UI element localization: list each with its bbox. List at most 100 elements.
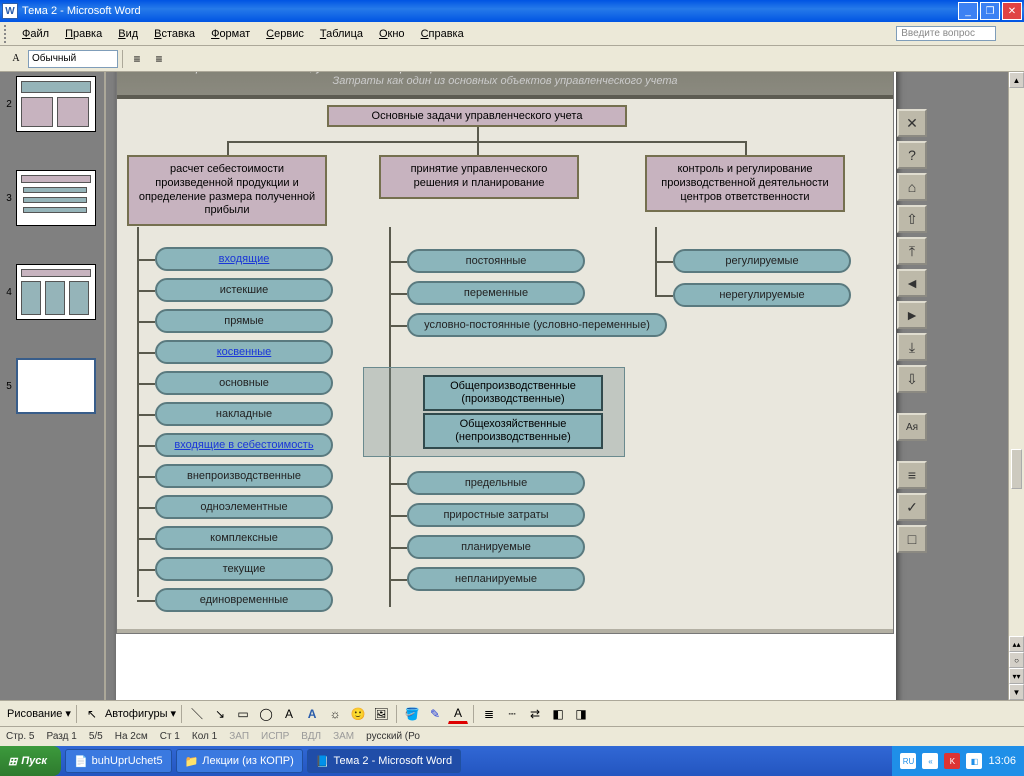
col1-item-0[interactable]: входящие	[155, 247, 333, 271]
textbox-icon[interactable]: A	[279, 704, 299, 724]
close-button[interactable]: ✕	[1002, 2, 1022, 20]
status-page: Стр. 5	[6, 731, 34, 742]
title-bar: W Тема 2 - Microsoft Word _ ❐ ✕	[0, 0, 1024, 22]
autoshapes-menu[interactable]: Автофигуры	[105, 708, 168, 720]
scroll-down-icon[interactable]: ▼	[1009, 684, 1024, 700]
clock[interactable]: 13:06	[988, 755, 1016, 767]
next-icon[interactable]: ►	[897, 301, 927, 329]
dash-style-icon[interactable]: ┄	[502, 704, 522, 724]
up-icon[interactable]: ⇧	[897, 205, 927, 233]
taskbar-item-3[interactable]: 📘 Тема 2 - Microsoft Word	[307, 749, 461, 773]
scroll-thumb[interactable]	[1011, 449, 1022, 489]
thumbnail-page-4[interactable]	[16, 264, 96, 320]
col3-item-1: нерегулируемые	[673, 283, 851, 307]
language-indicator[interactable]: RU	[900, 753, 916, 769]
thumbnail-page-3[interactable]	[16, 170, 96, 226]
taskbar-item-1[interactable]: 📄 buhUprUchet5	[65, 749, 172, 773]
status-ovr: ЗАМ	[333, 731, 354, 742]
col2-top-item-0: постоянные	[407, 249, 585, 273]
document-area: 2 3 4 5	[0, 72, 1024, 700]
start-button[interactable]: ⊞ Пуск	[0, 746, 61, 776]
tray-icon-2[interactable]: ◧	[966, 753, 982, 769]
align-center-icon[interactable]: ≡	[149, 49, 169, 69]
col1-item-3[interactable]: косвенные	[155, 340, 333, 364]
embedded-presentation: Бухгалтерский (управленческий) учет Тема…	[116, 72, 894, 634]
status-trk: ИСПР	[261, 731, 289, 742]
menu-service[interactable]: Сервис	[258, 26, 312, 42]
oval-icon[interactable]: ◯	[256, 704, 276, 724]
down-icon[interactable]: ⇩	[897, 365, 927, 393]
picture-icon[interactable]: 🖼	[371, 704, 391, 724]
check-icon[interactable]: ✓	[897, 493, 927, 521]
font-color-icon[interactable]: A	[448, 704, 468, 724]
menu-format[interactable]: Формат	[203, 26, 258, 42]
status-line: Ст 1	[160, 731, 180, 742]
col1-item-4: основные	[155, 371, 333, 395]
drawing-toolbar: Рисование ▾ ↖ Автофигуры ▾ ＼ ↘ ▭ ◯ A A ☼…	[0, 700, 1024, 726]
col1-item-7: внепроизводственные	[155, 464, 333, 488]
clipart-icon[interactable]: 🙂	[348, 704, 368, 724]
ask-question-box[interactable]: Введите вопрос	[896, 26, 996, 41]
col1-item-8: одноэлементные	[155, 495, 333, 519]
col1-item-10: текущие	[155, 557, 333, 581]
antivirus-icon[interactable]: K	[944, 753, 960, 769]
col1-item-11: единовременные	[155, 588, 333, 612]
tray-icon[interactable]: «	[922, 753, 938, 769]
arrow-icon[interactable]: ↘	[210, 704, 230, 724]
drawing-menu[interactable]: Рисование	[7, 708, 62, 720]
col2-bottom-item-0: предельные	[407, 471, 585, 495]
browse-object-icon[interactable]: ○	[1009, 652, 1024, 668]
close-icon[interactable]: ✕	[897, 109, 927, 137]
col1-item-5: накладные	[155, 402, 333, 426]
scroll-up-icon[interactable]: ▲	[1009, 72, 1024, 88]
formatting-toolbar: A Обычный ≡ ≡	[0, 46, 1024, 72]
fill-color-icon[interactable]: 🪣	[402, 704, 422, 724]
document-surface[interactable]: Бухгалтерский (управленческий) учет Тема…	[106, 72, 1024, 700]
last-icon[interactable]: ⤓	[897, 333, 927, 361]
minimize-button[interactable]: _	[958, 2, 978, 20]
menu-help[interactable]: Справка	[413, 26, 472, 42]
list-icon[interactable]: ≡	[897, 461, 927, 489]
diagram-icon[interactable]: ☼	[325, 704, 345, 724]
menu-edit[interactable]: Правка	[57, 26, 110, 42]
menu-insert[interactable]: Вставка	[146, 26, 203, 42]
top-icon[interactable]: ⤒	[897, 237, 927, 265]
menu-window[interactable]: Окно	[371, 26, 413, 42]
toolbar-grip[interactable]	[4, 25, 10, 43]
prev-icon[interactable]: ◄	[897, 269, 927, 297]
arrow-style-icon[interactable]: ⇄	[525, 704, 545, 724]
wordart-icon[interactable]: A	[302, 704, 322, 724]
thumbnail-page-5[interactable]	[16, 358, 96, 414]
col2-top-item-2: условно-постоянные (условно-переменные)	[407, 313, 667, 337]
category-2: принятие управленческого решения и плани…	[379, 155, 579, 199]
next-page-icon[interactable]: ▾▾	[1009, 668, 1024, 684]
lang-icon[interactable]: Ая	[897, 413, 927, 441]
align-left-icon[interactable]: ≡	[127, 49, 147, 69]
select-arrow-icon[interactable]: ↖	[82, 704, 102, 724]
presentation-controls: ✕ ? ⌂ ⇧ ⤒ ◄ ► ⤓ ⇩ Ая ≡ ✓ □	[897, 109, 931, 553]
restore-button[interactable]: ❐	[980, 2, 1000, 20]
menu-table[interactable]: Таблица	[312, 26, 371, 42]
status-language: русский (Ро	[366, 731, 420, 742]
thumbnail-page-2[interactable]	[16, 76, 96, 132]
3d-icon[interactable]: ◨	[571, 704, 591, 724]
menu-file[interactable]: Файл	[14, 26, 57, 42]
system-tray: RU « K ◧ 13:06	[892, 746, 1024, 776]
rectangle-icon[interactable]: ▭	[233, 704, 253, 724]
vertical-scrollbar[interactable]: ▲ ▴▴ ○ ▾▾ ▼	[1008, 72, 1024, 700]
prev-page-icon[interactable]: ▴▴	[1009, 636, 1024, 652]
taskbar-item-2[interactable]: 📁 Лекции (из КОПР)	[176, 749, 303, 773]
square-icon[interactable]: □	[897, 525, 927, 553]
line-color-icon[interactable]: ✎	[425, 704, 445, 724]
shadow-icon[interactable]: ◧	[548, 704, 568, 724]
home-icon[interactable]: ⌂	[897, 173, 927, 201]
help-icon[interactable]: ?	[897, 141, 927, 169]
col1-item-9: комплексные	[155, 526, 333, 550]
line-icon[interactable]: ＼	[187, 704, 207, 724]
styles-button[interactable]: A	[6, 49, 26, 69]
col1-item-6[interactable]: входящие в себестоимость	[155, 433, 333, 457]
menu-view[interactable]: Вид	[110, 26, 146, 42]
col1-item-1: истекшие	[155, 278, 333, 302]
line-style-icon[interactable]: ≣	[479, 704, 499, 724]
style-combo[interactable]: Обычный	[28, 50, 118, 68]
